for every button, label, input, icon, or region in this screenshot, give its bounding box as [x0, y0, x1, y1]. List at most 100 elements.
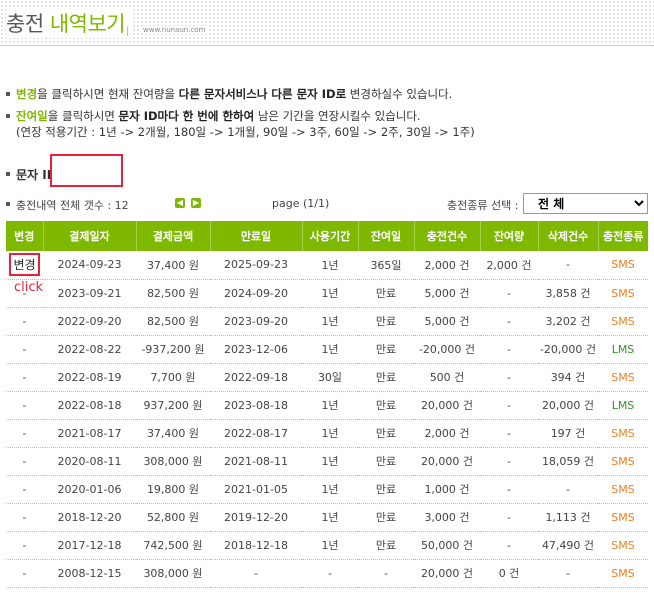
table-cell: SMS: [598, 475, 648, 504]
table-cell: 2022-08-22: [43, 335, 136, 364]
table-cell: 937,200 원: [136, 391, 210, 420]
table-row: -2022-08-18 937,200 원 2023-08-18 1년 만료 20,000…: [6, 391, 648, 420]
table-cell: -: [480, 475, 538, 504]
table-cell: -: [6, 307, 43, 336]
table-header-row: 변경 결제일자 결제금액 만료일 사용기간 잔여일 충전건수 잔여량 삭제건수 충전종류: [6, 221, 648, 251]
table-cell: 2021-08-17: [43, 419, 136, 448]
table-cell: -: [480, 447, 538, 476]
column-header: 만료일: [210, 221, 303, 251]
table-cell: SMS: [598, 503, 648, 532]
notice-text: 을 클릭하시면: [47, 109, 119, 123]
table-cell: 394 건: [538, 363, 598, 392]
table-cell: 30일: [302, 363, 358, 392]
table-cell: 2020-08-11: [43, 447, 136, 476]
charge-type-label: 충전종류 선택 :: [447, 199, 519, 212]
change-button[interactable]: 변경: [9, 253, 40, 277]
next-page-icon[interactable]: ▶: [191, 198, 201, 208]
table-row: 변경 2024-09-23 37,400 원 2025-09-23 1년 365일 2,00…: [6, 251, 648, 280]
table-cell: -937,200 원: [136, 335, 210, 364]
table-cell: 197 건: [538, 419, 598, 448]
table-cell: 5,000 건: [414, 307, 480, 336]
table-cell: 만료: [358, 475, 414, 504]
table-cell: -: [480, 335, 538, 364]
table-cell: LMS: [598, 335, 648, 364]
table-row: - 2023-09-21 82,500 원 2024-09-20 1년 만료 5,000 건…: [6, 279, 648, 308]
table-cell: 1년: [302, 307, 358, 336]
table-cell: 20,000 건: [414, 447, 480, 476]
table-body: 변경 2024-09-23 37,400 원 2025-09-23 1년 365일 2,00…: [6, 251, 648, 588]
table-cell: 37,400 원: [136, 251, 210, 280]
table-cell: LMS: [598, 391, 648, 420]
charge-type-select[interactable]: 전 체: [523, 193, 648, 214]
table-cell: 만료: [358, 447, 414, 476]
table-cell: 52,800 원: [136, 503, 210, 532]
table-row: -2018-12-20 52,800 원 2019-12-20 1년 만료 3,000 건…: [6, 503, 648, 532]
table-cell: 2021-08-11: [210, 447, 302, 476]
table-row: -2022-08-22 -937,200 원 2023-12-06 1년 만료 -20,0…: [6, 335, 648, 364]
column-header: 잔여일: [358, 221, 415, 251]
column-header: 결제일자: [43, 221, 137, 251]
table-cell: 1년: [302, 251, 358, 280]
table-cell: 2022-08-18: [43, 391, 136, 420]
prev-page-icon[interactable]: ◀: [175, 198, 185, 208]
table-cell: -20,000 건: [538, 335, 598, 364]
table-cell: 만료: [358, 419, 414, 448]
table-cell: 2023-09-21: [43, 279, 136, 308]
message-id-field[interactable]: [50, 154, 123, 187]
table-cell: 82,500 원: [136, 307, 210, 336]
table-cell: 2020-01-06: [43, 475, 136, 504]
table-cell: 20,000 건: [414, 559, 480, 588]
table-row: -2008-12-15 308,000 원 - - -20,000 건0 건 - SMS: [6, 559, 648, 588]
table-cell: -: [358, 559, 414, 588]
table-cell: 19,800 원: [136, 475, 210, 504]
notice-text: 변경하실수 있습니다.: [346, 87, 453, 101]
notice-change-keyword: 변경: [16, 87, 38, 101]
table-cell: 742,500 원: [136, 531, 210, 560]
table-cell: 1년: [302, 391, 358, 420]
table-cell: SMS: [598, 279, 648, 308]
table-cell: -: [480, 531, 538, 560]
total-count: 충전내역 전체 갯수 : 12: [6, 197, 129, 213]
table-cell: 2,000 건: [480, 251, 538, 280]
table-cell: 20,000 건: [414, 391, 480, 420]
table-cell: 50,000 건: [414, 531, 480, 560]
notice-extend: 잔여일을 클릭하시면 문자 ID마다 한 번에 한하여 남은 기간을 연장시킬수…: [6, 108, 475, 124]
table-row: -2020-08-11 308,000 원 2021-08-11 1년 만료 20,000…: [6, 447, 648, 476]
table-row: -2017-12-18 742,500 원 2018-12-18 1년 만료 50,000…: [6, 531, 648, 560]
table-row: -2021-08-17 37,400 원 2022-08-17 1년 만료 2,000 건…: [6, 419, 648, 448]
notice-extend-keyword: 잔여일: [16, 109, 48, 123]
column-header: 변경: [6, 221, 44, 251]
table-cell: 20,000 건: [538, 391, 598, 420]
table-cell: 1년: [302, 419, 358, 448]
page-header: 충전 내역보기 | www.nunaun.com: [0, 0, 654, 46]
table-cell: 500 건: [414, 363, 480, 392]
table-cell: 만료: [358, 531, 414, 560]
table-cell: 2018-12-20: [43, 503, 136, 532]
table-cell: -: [480, 307, 538, 336]
page-title-part2: 내역보기: [49, 12, 126, 36]
table-cell: 2022-09-20: [43, 307, 136, 336]
table-cell: -: [480, 279, 538, 308]
table-cell: 2019-12-20: [210, 503, 302, 532]
table-cell: 2,000 건: [414, 251, 480, 280]
header-divider: [0, 45, 654, 46]
table-cell: 1,113 건: [538, 503, 598, 532]
site-url: www.nunaun.com: [141, 26, 208, 34]
table-cell: 2008-12-15: [43, 559, 136, 588]
table-cell: -: [6, 531, 43, 560]
table-cell: SMS: [598, 447, 648, 476]
table-cell: SMS: [598, 419, 648, 448]
table-cell: 2023-09-20: [210, 307, 302, 336]
table-cell: 3,858 건: [538, 279, 598, 308]
notice-text: 을 클릭하시면 현재 잔여량을: [37, 87, 179, 101]
notice-bold: 다른 문자서비스나 다른 문자 ID로: [178, 87, 347, 101]
table-cell: -: [6, 447, 43, 476]
table-cell: 만료: [358, 279, 414, 308]
table-cell[interactable]: 365일: [358, 251, 414, 280]
table-cell: SMS: [598, 307, 648, 336]
table-cell: 2022-08-17: [210, 419, 302, 448]
table-cell: -: [480, 363, 538, 392]
table-cell: 만료: [358, 363, 414, 392]
table-cell: 3,202 건: [538, 307, 598, 336]
table-cell: -20,000 건: [414, 335, 480, 364]
